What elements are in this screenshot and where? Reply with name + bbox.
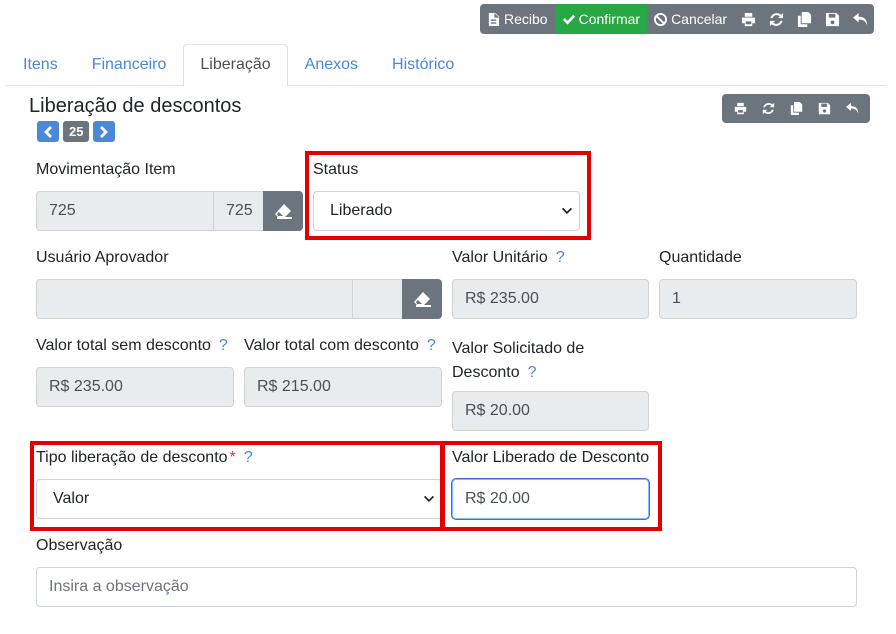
section-print-button[interactable] bbox=[726, 94, 754, 123]
valor-unitario-help[interactable]: ? bbox=[556, 249, 565, 266]
usuario-clear-button[interactable] bbox=[402, 279, 442, 319]
chevron-right-icon bbox=[100, 125, 109, 138]
eraser-icon bbox=[414, 292, 431, 307]
observacao-label: Observação bbox=[36, 537, 123, 554]
sync-icon bbox=[769, 12, 783, 26]
tab-bar: Itens Financeiro Liberação Anexos Histór… bbox=[6, 44, 886, 87]
undo-icon bbox=[845, 102, 858, 114]
valor-total-sem-desconto-label: Valor total sem desconto? bbox=[36, 337, 228, 355]
top-toolbar: Recibo Confirmar Cancelar bbox=[480, 4, 875, 34]
copy-icon bbox=[797, 11, 811, 27]
cancelar-button[interactable]: Cancelar bbox=[647, 4, 735, 34]
valor-total-com-desconto-label-text: Valor total com desconto bbox=[244, 337, 419, 354]
recibo-label: Recibo bbox=[504, 11, 548, 27]
movimentacao-item-label: Movimentação Item bbox=[36, 161, 176, 178]
cancelar-label: Cancelar bbox=[671, 11, 728, 27]
section-title: Liberação de descontos bbox=[29, 95, 242, 117]
section-toolbar bbox=[722, 94, 870, 123]
valor-unitario-label: Valor Unitário? bbox=[452, 249, 565, 267]
valor-total-com-desconto-help[interactable]: ? bbox=[427, 337, 436, 354]
undo-icon bbox=[852, 12, 867, 25]
eraser-icon bbox=[275, 204, 292, 219]
valor-solicitado-input[interactable]: R$ 20.00 bbox=[452, 391, 649, 431]
valor-total-sem-desconto-help[interactable]: ? bbox=[219, 337, 228, 354]
tab-liberacao[interactable]: Liberação bbox=[183, 44, 288, 87]
print-icon bbox=[734, 102, 746, 115]
section-copy-button[interactable] bbox=[782, 94, 810, 123]
usuario-aprovador-label: Usuário Aprovador bbox=[36, 249, 169, 266]
valor-total-sem-desconto-label-text: Valor total sem desconto bbox=[36, 337, 211, 354]
print-icon bbox=[741, 12, 755, 26]
quantidade-input[interactable]: 1 bbox=[659, 279, 857, 319]
quantidade-label: Quantidade bbox=[659, 249, 742, 266]
save-icon bbox=[825, 12, 839, 26]
usuario-aprovador-input[interactable] bbox=[36, 279, 353, 319]
status-highlight-box bbox=[305, 151, 591, 240]
page-number: 25 bbox=[63, 121, 90, 142]
observacao-input[interactable]: Insira a observação bbox=[36, 567, 857, 607]
tipo-liberacao-highlight-box bbox=[30, 441, 444, 531]
tab-historico[interactable]: Histórico bbox=[375, 44, 471, 86]
valor-solicitado-label-line1: Valor Solicitado de bbox=[452, 340, 585, 357]
file-pdf-icon bbox=[488, 12, 500, 26]
tab-financeiro[interactable]: Financeiro bbox=[75, 44, 184, 86]
chevron-left-icon bbox=[44, 125, 52, 138]
movimentacao-item-code[interactable]: 725 bbox=[213, 191, 264, 231]
section-refresh-button[interactable] bbox=[754, 94, 782, 123]
ban-icon bbox=[654, 12, 668, 26]
valor-liberado-highlight-box bbox=[441, 441, 662, 531]
pager: 25 bbox=[37, 121, 116, 142]
valor-total-com-desconto-input[interactable]: R$ 215.00 bbox=[244, 367, 442, 407]
sync-icon bbox=[762, 102, 774, 115]
section-save-button[interactable] bbox=[810, 94, 838, 123]
previous-button[interactable] bbox=[37, 121, 59, 142]
movimentacao-clear-button[interactable] bbox=[263, 191, 303, 231]
refresh-button[interactable] bbox=[762, 4, 791, 34]
next-button[interactable] bbox=[93, 121, 116, 142]
check-icon bbox=[562, 14, 575, 25]
save-icon bbox=[818, 102, 830, 115]
print-button[interactable] bbox=[734, 4, 763, 34]
movimentacao-item-input[interactable]: 725 bbox=[36, 191, 214, 231]
valor-total-sem-desconto-input[interactable]: R$ 235.00 bbox=[36, 367, 234, 407]
copy-icon bbox=[790, 102, 802, 115]
valor-solicitado-label: Valor Solicitado de Desconto? bbox=[452, 337, 584, 385]
tab-itens[interactable]: Itens bbox=[6, 44, 75, 86]
usuario-aprovador-code[interactable] bbox=[352, 279, 403, 319]
section-undo-button[interactable] bbox=[838, 94, 866, 123]
copy-button[interactable] bbox=[790, 4, 819, 34]
valor-solicitado-label-line2: Desconto bbox=[452, 364, 520, 381]
undo-button[interactable] bbox=[846, 4, 875, 34]
valor-unitario-label-text: Valor Unitário bbox=[452, 249, 548, 266]
recibo-button[interactable]: Recibo bbox=[480, 4, 555, 34]
confirmar-button[interactable]: Confirmar bbox=[554, 4, 648, 34]
save-button[interactable] bbox=[818, 4, 847, 34]
confirmar-label: Confirmar bbox=[578, 11, 641, 27]
valor-unitario-input[interactable]: R$ 235.00 bbox=[452, 279, 649, 319]
tab-anexos[interactable]: Anexos bbox=[288, 44, 375, 86]
valor-total-com-desconto-label: Valor total com desconto? bbox=[244, 337, 436, 355]
valor-solicitado-help[interactable]: ? bbox=[528, 364, 537, 381]
